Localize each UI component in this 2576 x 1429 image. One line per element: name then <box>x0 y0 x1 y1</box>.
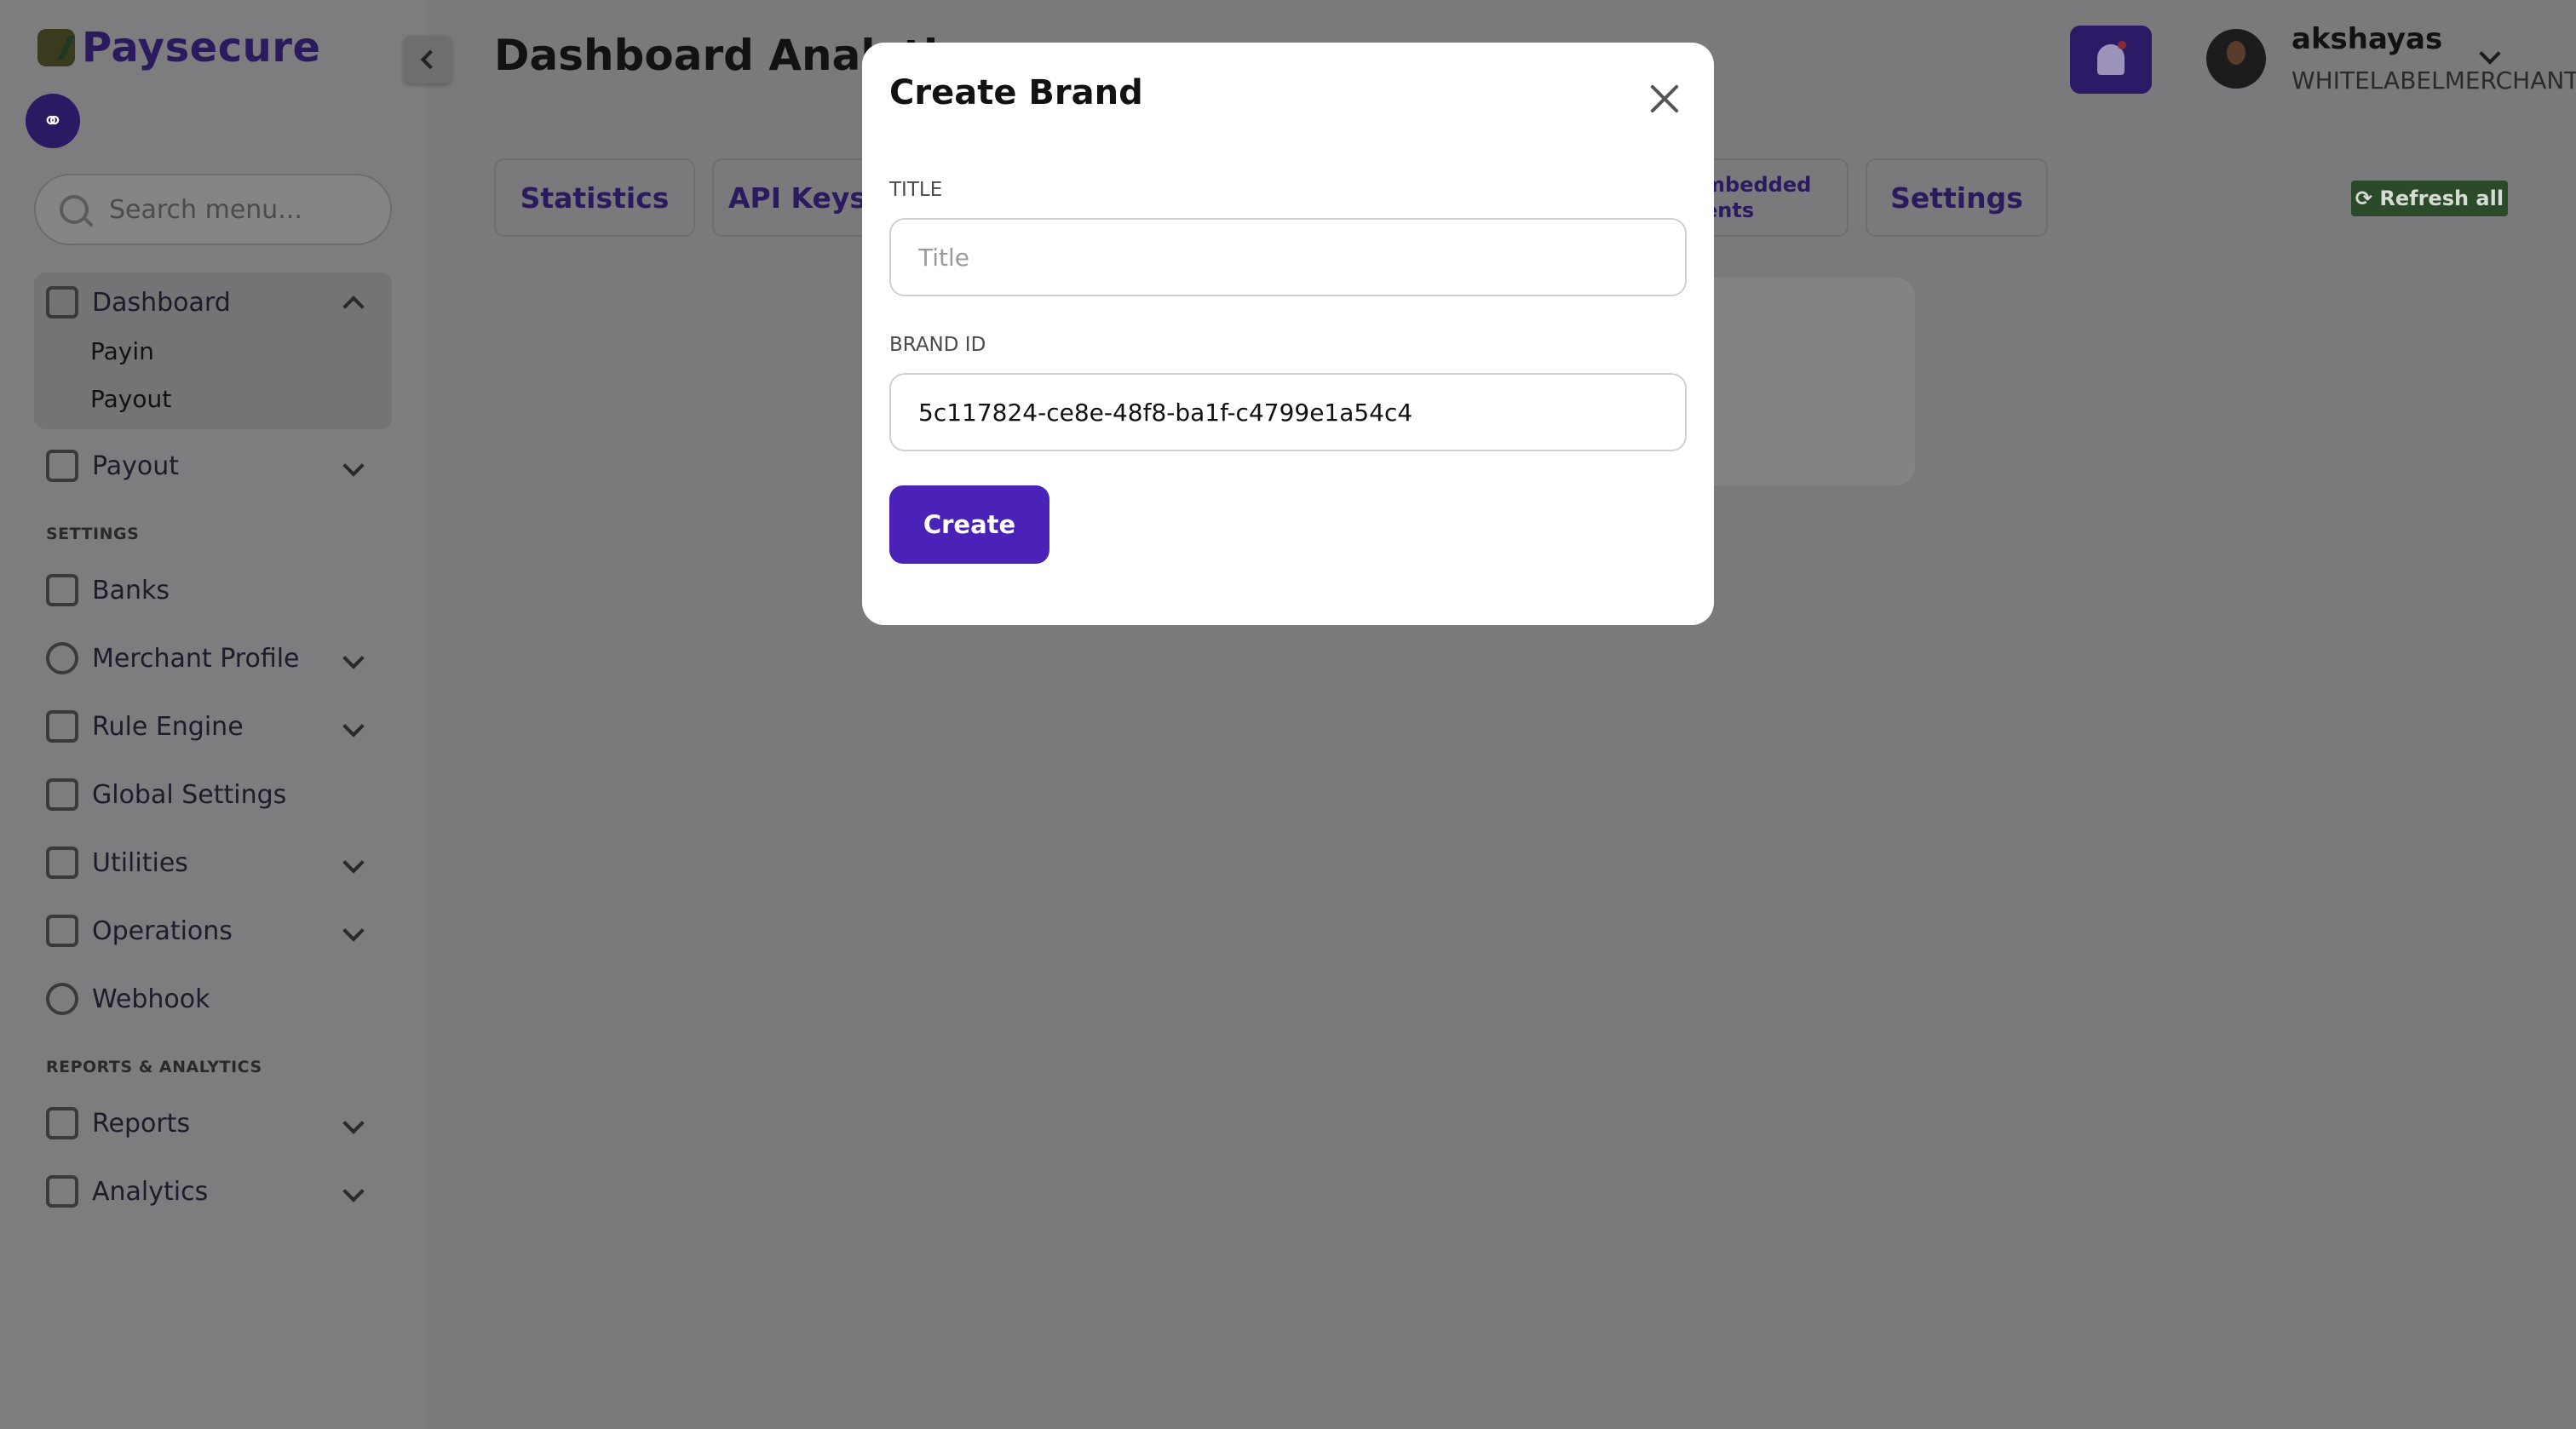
card-icon <box>46 1175 78 1208</box>
sidebar-item-rule-engine[interactable]: Rule Engine <box>46 710 370 743</box>
chevron-down-icon[interactable] <box>2479 43 2501 65</box>
webhook-icon <box>46 983 78 1015</box>
sidebar-item-utilities[interactable]: Utilities <box>46 846 370 879</box>
sidebar-item-label: Banks <box>92 575 170 605</box>
sidebar-item-label: Reports <box>92 1108 191 1139</box>
sidebar-item-label: Dashboard <box>92 287 231 318</box>
wand-icon <box>46 846 78 879</box>
user-role: WHITELABELMERCHANT <box>2291 66 2576 95</box>
sidebar: Paysecure ⚭ Dashboard Payin Payout Payou… <box>0 0 426 1429</box>
chevron-up-icon[interactable] <box>342 296 365 318</box>
sidebar-item-dashboard[interactable]: Dashboard <box>46 286 370 319</box>
section-title-reports: REPORTS & ANALYTICS <box>46 1058 262 1076</box>
chevron-down-icon[interactable] <box>342 852 365 874</box>
create-brand-modal: Create Brand TITLE BRAND ID Create <box>862 43 1714 625</box>
sidebar-item-global-settings[interactable]: Global Settings <box>46 778 370 811</box>
title-input[interactable] <box>889 218 1687 296</box>
avatar[interactable] <box>2206 29 2266 89</box>
tab-embedded-payments[interactable]: mbedded ents <box>1695 158 1849 237</box>
sidebar-item-reports[interactable]: Reports <box>46 1107 370 1139</box>
chevron-down-icon[interactable] <box>342 1180 365 1202</box>
sidebar-subitem-payout[interactable]: Payout <box>90 385 171 413</box>
bar-chart-icon <box>46 1107 78 1139</box>
brand-id-input[interactable] <box>889 373 1687 451</box>
create-button[interactable]: Create <box>889 485 1049 564</box>
section-title-settings: SETTINGS <box>46 525 140 543</box>
notifications-button[interactable] <box>2070 26 2152 94</box>
sidebar-item-analytics[interactable]: Analytics <box>46 1175 370 1208</box>
paysecure-logo-icon <box>37 29 75 66</box>
user-name: akshayas <box>2291 22 2443 56</box>
sidebar-item-banks[interactable]: Banks <box>46 574 370 606</box>
sliders-icon <box>46 915 78 947</box>
dashboard-icon <box>46 286 78 319</box>
bank-icon <box>46 574 78 606</box>
bell-icon <box>2097 41 2126 75</box>
sidebar-item-label: Global Settings <box>92 779 287 810</box>
search-box[interactable] <box>34 174 392 245</box>
brand-logo[interactable]: Paysecure <box>37 24 321 72</box>
chevron-down-icon[interactable] <box>342 1112 365 1134</box>
sidebar-item-merchant-profile[interactable]: Merchant Profile <box>46 642 370 674</box>
payout-icon <box>46 450 78 482</box>
search-input[interactable] <box>109 194 365 225</box>
tab-api-keys[interactable]: API Keys <box>712 158 883 237</box>
chevron-down-icon[interactable] <box>342 715 365 737</box>
sidebar-item-label: Rule Engine <box>92 711 244 742</box>
brand-id-field-label: BRAND ID <box>889 334 986 356</box>
title-field-label: TITLE <box>889 179 943 201</box>
chevron-down-icon[interactable] <box>342 920 365 942</box>
chevron-down-icon[interactable] <box>342 455 365 477</box>
flow-icon <box>46 710 78 743</box>
settings-icon <box>46 778 78 811</box>
sidebar-item-label: Payout <box>92 451 180 481</box>
chevron-down-icon[interactable] <box>342 647 365 669</box>
sidebar-item-operations[interactable]: Operations <box>46 915 370 947</box>
sidebar-item-webhook[interactable]: Webhook <box>46 983 370 1015</box>
sidebar-item-payout[interactable]: Payout <box>46 450 370 482</box>
user-icon <box>46 642 78 674</box>
link-icon[interactable]: ⚭ <box>26 94 80 148</box>
sidebar-item-label: Operations <box>92 915 233 946</box>
sidebar-item-label: Merchant Profile <box>92 643 300 674</box>
tab-settings[interactable]: Settings <box>1866 158 2048 237</box>
sidebar-item-label: Utilities <box>92 847 188 878</box>
sidebar-subitem-payin[interactable]: Payin <box>90 337 154 365</box>
sidebar-item-label: Analytics <box>92 1176 209 1207</box>
refresh-all-button[interactable]: ⟳ Refresh all <box>2351 181 2508 216</box>
modal-title: Create Brand <box>889 73 1143 112</box>
stat-card <box>1687 278 1915 485</box>
search-icon <box>60 195 89 224</box>
brand-name: Paysecure <box>82 24 321 72</box>
tab-statistics[interactable]: Statistics <box>494 158 695 237</box>
collapse-sidebar-button[interactable] <box>404 36 451 83</box>
chevron-left-icon <box>420 49 440 70</box>
sidebar-item-label: Webhook <box>92 984 210 1014</box>
close-icon[interactable] <box>1646 80 1683 118</box>
